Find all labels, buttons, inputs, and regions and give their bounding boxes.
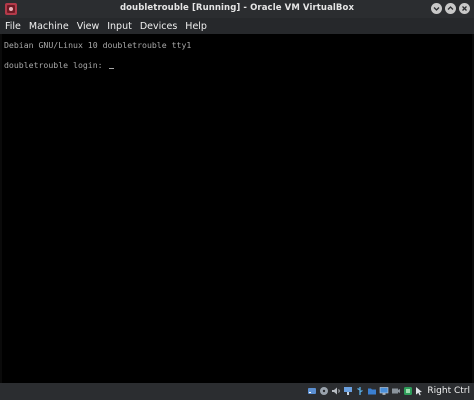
console-banner: Debian GNU/Linux 10 doubletrouble tty1 [4,40,192,50]
audio-icon[interactable] [331,386,341,396]
menu-input[interactable]: Input [107,21,132,32]
login-prompt-text: doubletrouble login: [4,60,108,70]
host-key-label: Right Ctrl [427,386,470,396]
menu-help[interactable]: Help [185,21,207,32]
menu-devices[interactable]: Devices [140,21,177,32]
status-bar: Right Ctrl [0,383,474,400]
menu-bar: File Machine View Input Devices Help [0,18,474,34]
shared-folders-icon[interactable] [367,386,377,396]
menu-view[interactable]: View [77,21,100,32]
menu-file[interactable]: File [5,21,21,32]
display-icon[interactable] [379,386,389,396]
maximize-icon [447,6,454,10]
close-icon [462,6,467,11]
mouse-integration-icon[interactable] [414,386,424,396]
menu-machine[interactable]: Machine [29,21,69,32]
maximize-button[interactable] [445,3,456,14]
virtualbox-window: doubletrouble [Running] - Oracle VM Virt… [0,0,474,400]
network-icon[interactable] [343,386,353,396]
login-prompt[interactable]: doubletrouble login: [4,60,114,70]
hard-disk-icon[interactable] [307,386,317,396]
close-button[interactable] [459,3,470,14]
video-capture-icon[interactable] [391,386,401,396]
vm-display[interactable]: Debian GNU/Linux 10 doubletrouble tty1 d… [2,34,472,383]
minimize-button[interactable] [431,3,442,14]
cpu-activity-icon[interactable] [403,386,413,396]
title-bar[interactable]: doubletrouble [Running] - Oracle VM Virt… [0,0,474,18]
minimize-icon [433,7,440,11]
optical-drive-icon[interactable] [319,386,329,396]
window-title: doubletrouble [Running] - Oracle VM Virt… [119,3,355,13]
usb-icon[interactable] [355,386,365,396]
text-cursor [108,68,114,69]
